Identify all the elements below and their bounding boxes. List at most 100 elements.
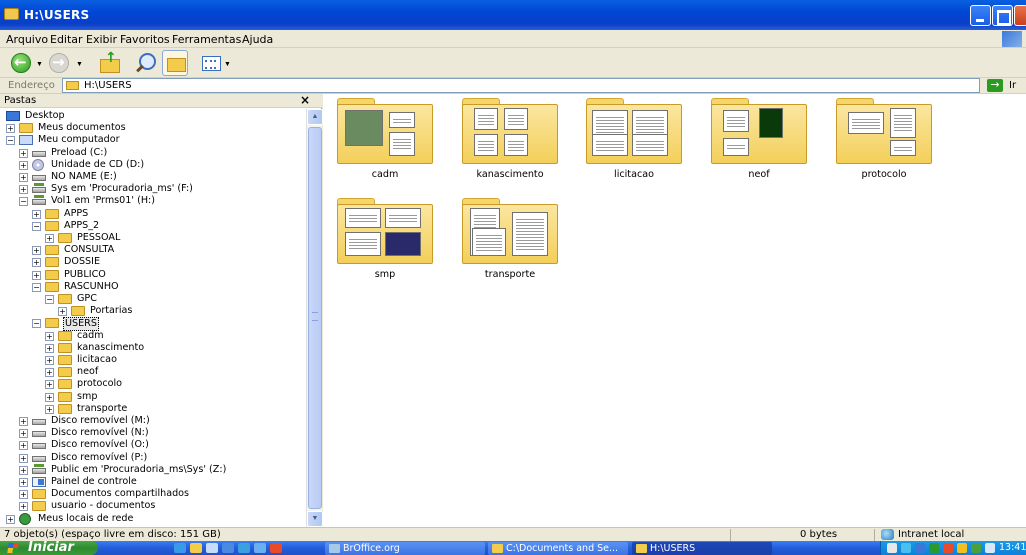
go-arrow-icon[interactable]: → xyxy=(987,79,1003,92)
mail-icon[interactable] xyxy=(222,543,234,553)
task-documents[interactable]: C:\Documents and Se... xyxy=(488,542,628,555)
folder-item[interactable]: protocolo xyxy=(822,98,932,194)
expand-icon[interactable]: + xyxy=(19,429,28,439)
collapse-icon[interactable]: − xyxy=(32,282,41,292)
expand-icon[interactable]: + xyxy=(45,392,54,402)
scroll-thumb[interactable] xyxy=(308,127,322,509)
update-icon[interactable] xyxy=(957,543,967,553)
menu-arquivo[interactable]: Arquivo xyxy=(6,33,48,46)
printer-icon[interactable] xyxy=(971,543,981,553)
folder-pane-scrollbar[interactable]: ▲ ▼ xyxy=(306,109,323,527)
close-button[interactable] xyxy=(1014,5,1026,26)
clock: 13:41 xyxy=(999,542,1026,553)
menu-ferramentas[interactable]: Ferramentas xyxy=(172,33,241,46)
search-button[interactable] xyxy=(132,50,158,76)
scroll-up-button[interactable]: ▲ xyxy=(307,109,323,125)
task-users[interactable]: H:\USERS xyxy=(632,542,772,555)
expand-icon[interactable]: + xyxy=(19,441,28,451)
media-icon[interactable] xyxy=(238,543,250,553)
expand-icon[interactable]: + xyxy=(45,343,54,353)
expand-icon[interactable]: + xyxy=(19,148,28,158)
folder-item[interactable]: transporte xyxy=(448,198,558,294)
expand-icon[interactable]: + xyxy=(58,307,67,317)
address-field[interactable]: H:\USERS ▼ xyxy=(62,78,980,93)
folder-item[interactable]: kanascimento xyxy=(448,98,558,194)
folder-icon xyxy=(58,403,72,414)
views-button[interactable] xyxy=(200,50,222,76)
back-button[interactable] xyxy=(8,50,34,76)
antivirus-icon[interactable] xyxy=(915,543,925,553)
expand-icon[interactable]: + xyxy=(45,368,54,378)
collapse-icon[interactable]: − xyxy=(6,136,15,146)
scroll-down-button[interactable]: ▼ xyxy=(307,511,323,527)
task-broffice[interactable]: BrOffice.org xyxy=(325,542,485,555)
expand-icon[interactable]: + xyxy=(19,173,28,182)
expand-icon[interactable]: + xyxy=(6,124,15,134)
folder-item[interactable]: licitacao xyxy=(572,98,682,194)
folder-icon xyxy=(636,544,647,553)
expand-icon[interactable]: + xyxy=(19,502,28,512)
expand-icon[interactable]: + xyxy=(32,246,41,256)
expand-icon[interactable]: + xyxy=(45,380,54,390)
tree-item-label: cadm xyxy=(77,329,104,341)
folders-button[interactable] xyxy=(162,50,188,76)
close-pane-button[interactable]: × xyxy=(300,93,310,107)
folder-item-label: protocolo xyxy=(861,169,907,180)
menu-exibir[interactable]: Exibir xyxy=(86,33,117,46)
alert-icon[interactable] xyxy=(943,543,953,553)
folder-icon[interactable] xyxy=(190,543,202,553)
network-icon[interactable] xyxy=(901,543,911,553)
explorer-window: H:\USERS Arquivo Editar Exibir Favoritos… xyxy=(0,0,1026,541)
folder-item[interactable]: smp xyxy=(323,198,433,294)
go-button[interactable]: Ir xyxy=(1009,80,1016,91)
start-button[interactable]: Iniciar xyxy=(0,541,98,555)
shield-icon[interactable] xyxy=(929,543,939,553)
expand-icon[interactable]: + xyxy=(32,258,41,268)
tree-item-label: Public em 'Procuradoria_ms\Sys' (Z:) xyxy=(51,463,227,475)
expand-icon[interactable]: + xyxy=(45,331,54,341)
expand-icon[interactable]: + xyxy=(19,417,28,426)
expand-icon[interactable]: + xyxy=(19,453,28,463)
expand-icon[interactable]: + xyxy=(45,356,54,365)
minimize-button[interactable] xyxy=(970,5,991,26)
windows-logo-icon xyxy=(1002,31,1022,47)
menu-ajuda[interactable]: Ajuda xyxy=(242,33,273,46)
expand-icon[interactable]: + xyxy=(19,465,28,475)
expand-icon[interactable]: + xyxy=(19,185,28,195)
collapse-icon[interactable]: − xyxy=(45,295,54,304)
tray-arrow-icon[interactable] xyxy=(887,543,897,553)
expand-icon[interactable]: + xyxy=(45,234,54,243)
views-dropdown-icon[interactable]: ▼ xyxy=(224,61,231,68)
taskbar: Iniciar BrOffice.org C:\Documents and Se… xyxy=(0,541,1026,555)
maximize-button[interactable] xyxy=(992,5,1013,26)
expand-icon[interactable]: + xyxy=(19,160,28,170)
collapse-icon[interactable]: − xyxy=(19,197,28,207)
desktop-icon[interactable] xyxy=(206,543,218,553)
up-folder-button[interactable] xyxy=(96,50,122,76)
expand-icon[interactable]: + xyxy=(6,514,15,524)
forward-dropdown-icon[interactable]: ▼ xyxy=(76,61,83,68)
folder-icon xyxy=(45,257,59,268)
messenger-icon[interactable] xyxy=(254,543,266,553)
tree-item-label: Disco removível (N:) xyxy=(51,427,149,439)
address-label: Endereço xyxy=(8,80,55,91)
collapse-icon[interactable]: − xyxy=(32,221,41,231)
menu-favoritos[interactable]: Favoritos xyxy=(120,33,170,46)
forward-button[interactable] xyxy=(46,50,72,76)
expand-icon[interactable]: + xyxy=(32,209,41,219)
expand-icon[interactable]: + xyxy=(19,478,28,487)
title-bar[interactable]: H:\USERS xyxy=(0,0,1026,30)
expand-icon[interactable]: + xyxy=(45,404,54,414)
expand-icon[interactable]: + xyxy=(19,490,28,500)
back-dropdown-icon[interactable]: ▼ xyxy=(36,61,43,68)
app-icon[interactable] xyxy=(270,543,282,553)
folder-item[interactable]: neof xyxy=(697,98,807,194)
folder-icon xyxy=(58,355,72,365)
ie-icon[interactable] xyxy=(174,543,186,553)
folder-item[interactable]: cadm xyxy=(323,98,433,194)
expand-icon[interactable]: + xyxy=(32,270,41,280)
menu-editar[interactable]: Editar xyxy=(50,33,83,46)
volume-icon[interactable] xyxy=(985,543,995,553)
collapse-icon[interactable]: − xyxy=(32,319,41,329)
tree-item-label: APPS xyxy=(64,207,89,219)
